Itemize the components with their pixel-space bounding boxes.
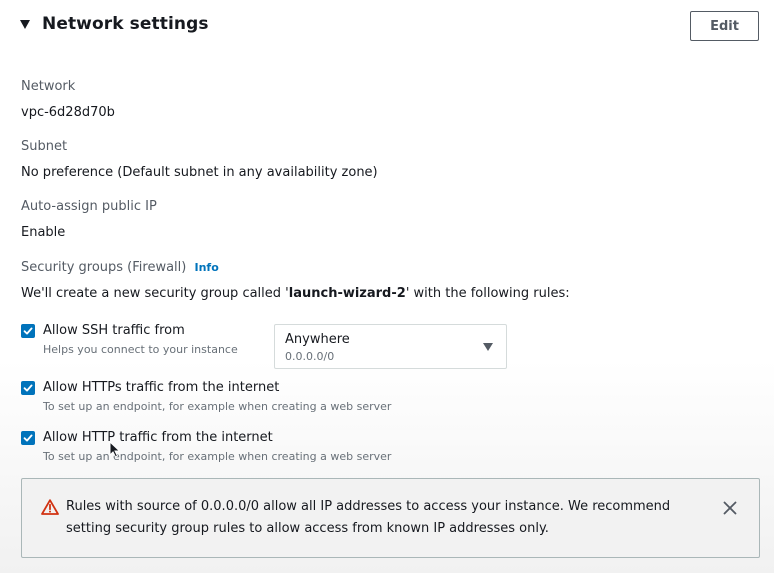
description-prefix: We'll create a new security group called…: [21, 286, 289, 301]
network-settings-panel: Network settings Edit Network vpc-6d28d7…: [0, 0, 774, 573]
http-rule-label[interactable]: Allow HTTP traffic from the internet: [43, 430, 273, 445]
security-groups-label: Security groups (Firewall) Info: [21, 260, 219, 275]
caret-down-icon[interactable]: [20, 20, 30, 29]
ssh-rule-label[interactable]: Allow SSH traffic from: [43, 323, 185, 338]
description-suffix: ' with the following rules:: [405, 286, 570, 301]
subnet-value: No preference (Default subnet in any ava…: [21, 165, 378, 180]
network-value: vpc-6d28d70b: [21, 105, 115, 120]
checkmark-icon: [23, 434, 33, 442]
security-group-name: launch-wizard-2: [288, 286, 406, 301]
mouse-cursor-icon: [109, 440, 121, 462]
edit-button[interactable]: Edit: [690, 11, 759, 41]
https-checkbox[interactable]: [21, 381, 35, 395]
warning-alert: Rules with source of 0.0.0.0/0 allow all…: [21, 478, 760, 558]
dropdown-arrow-icon: [483, 343, 493, 351]
http-rule-hint: To set up an endpoint, for example when …: [43, 450, 392, 463]
http-checkbox[interactable]: [21, 431, 35, 445]
https-rule-label[interactable]: Allow HTTPs traffic from the internet: [43, 380, 279, 395]
close-icon[interactable]: [722, 500, 738, 516]
public-ip-value: Enable: [21, 225, 66, 240]
public-ip-label: Auto-assign public IP: [21, 199, 157, 214]
section-title: Network settings: [42, 14, 209, 34]
ssh-source-value: Anywhere: [285, 332, 350, 347]
ssh-source-cidr: 0.0.0.0/0: [285, 350, 335, 363]
info-link[interactable]: Info: [194, 261, 218, 274]
ssh-checkbox[interactable]: [21, 324, 35, 338]
ssh-source-select[interactable]: Anywhere 0.0.0.0/0: [274, 324, 507, 369]
https-rule-hint: To set up an endpoint, for example when …: [43, 400, 392, 413]
checkmark-icon: [23, 327, 33, 335]
ssh-rule-hint: Helps you connect to your instance: [43, 343, 238, 356]
warning-triangle-icon: [41, 499, 59, 519]
checkmark-icon: [23, 384, 33, 392]
section-header[interactable]: Network settings: [20, 14, 209, 34]
security-group-description: We'll create a new security group called…: [21, 286, 570, 301]
subnet-label: Subnet: [21, 139, 68, 154]
warning-message: Rules with source of 0.0.0.0/0 allow all…: [66, 499, 671, 536]
security-groups-label-text: Security groups (Firewall): [21, 260, 187, 275]
network-label: Network: [21, 79, 76, 94]
